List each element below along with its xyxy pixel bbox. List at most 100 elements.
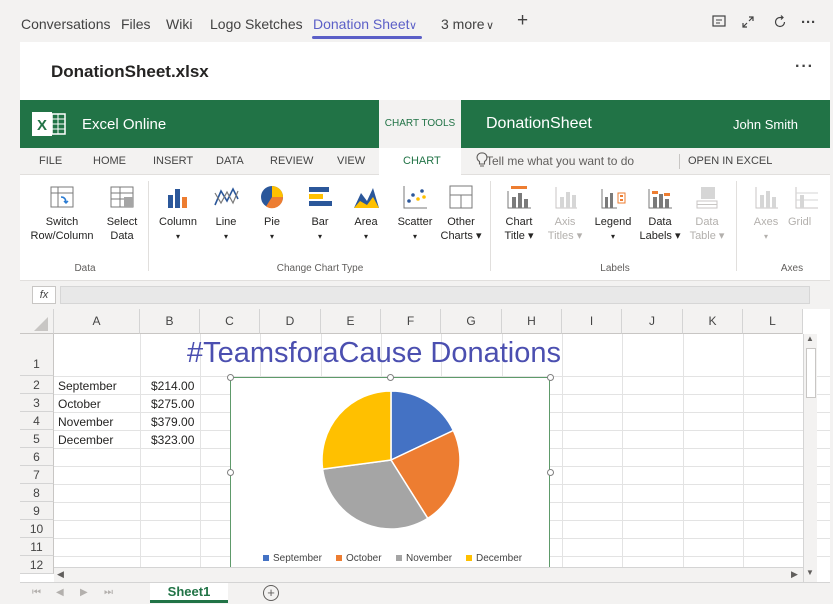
tab-data[interactable]: DATA: [216, 155, 244, 167]
scroll-thumb[interactable]: [806, 348, 816, 398]
row-header[interactable]: 4: [20, 412, 54, 430]
column-header[interactable]: C: [200, 309, 260, 334]
tab-home[interactable]: HOME: [93, 155, 126, 167]
area-chart-button[interactable]: Area ▾: [348, 183, 384, 244]
cell-month[interactable]: October: [58, 397, 101, 411]
row-header[interactable]: 11: [20, 538, 54, 556]
cell-amount[interactable]: $275.00: [151, 397, 194, 411]
column-header[interactable]: A: [54, 309, 140, 334]
pie-slice-december[interactable]: [321, 390, 392, 471]
add-tab-icon[interactable]: +: [517, 10, 528, 32]
legend-button[interactable]: Legend ▾: [592, 183, 634, 244]
vertical-scrollbar[interactable]: ▲ ▼: [803, 334, 817, 582]
chevron-down-icon[interactable]: ∨: [409, 19, 417, 32]
row-header[interactable]: 12: [20, 556, 54, 574]
column-header[interactable]: K: [683, 309, 743, 334]
sheet-title-cell[interactable]: #TeamsforaCause Donations: [187, 337, 561, 370]
next-sheet-icon[interactable]: ▶: [80, 587, 88, 598]
conversation-icon[interactable]: [711, 14, 727, 34]
resize-handle[interactable]: [547, 469, 554, 476]
tab-donation-sheet[interactable]: Donation Sheet: [313, 16, 410, 32]
column-header[interactable]: I: [562, 309, 622, 334]
column-header[interactable]: B: [140, 309, 200, 334]
resize-handle[interactable]: [227, 469, 234, 476]
data-labels-button[interactable]: Data Labels ▾: [638, 183, 682, 243]
cell-amount[interactable]: $323.00: [151, 433, 194, 447]
tab-chart[interactable]: CHART: [403, 155, 441, 167]
row-header[interactable]: 9: [20, 502, 54, 520]
tab-files[interactable]: Files: [121, 16, 151, 32]
pie-chart[interactable]: September October November December: [230, 377, 550, 577]
axis-titles-button[interactable]: Axis Titles ▾: [544, 183, 586, 243]
bar-chart-button[interactable]: Bar ▾: [302, 183, 338, 244]
refresh-icon[interactable]: [772, 14, 788, 34]
first-sheet-icon[interactable]: ⏮: [32, 587, 41, 598]
row-header[interactable]: 1: [20, 334, 54, 376]
row-header[interactable]: 2: [20, 376, 54, 394]
legend-item-november[interactable]: November: [396, 553, 452, 564]
tab-insert[interactable]: INSERT: [153, 155, 193, 167]
file-more-icon[interactable]: ···: [795, 58, 814, 76]
column-header[interactable]: F: [381, 309, 441, 334]
legend-item-december[interactable]: December: [466, 553, 522, 564]
data-table-button[interactable]: Data Table ▾: [686, 183, 728, 243]
sheet-tab-sheet1[interactable]: Sheet1: [150, 583, 228, 603]
column-header[interactable]: H: [502, 309, 562, 334]
column-header[interactable]: E: [321, 309, 381, 334]
column-header[interactable]: D: [260, 309, 321, 334]
row-header[interactable]: 5: [20, 430, 54, 448]
gridlines-button[interactable]: Gridl: [788, 183, 828, 229]
tab-view[interactable]: VIEW: [337, 155, 365, 167]
horizontal-scrollbar[interactable]: ◀ ▶: [54, 567, 803, 582]
select-all-corner[interactable]: [20, 309, 54, 334]
select-data-button[interactable]: Select Data: [102, 183, 142, 243]
legend-item-october[interactable]: October: [336, 553, 382, 564]
tab-file[interactable]: FILE: [39, 155, 62, 167]
tab-conversations[interactable]: Conversations: [21, 16, 111, 32]
tab-more[interactable]: 3 more: [441, 16, 485, 32]
insert-function-button[interactable]: fx: [32, 286, 56, 304]
line-chart-button[interactable]: Line ▾: [208, 183, 244, 244]
column-chart-button[interactable]: Column ▾: [154, 183, 202, 244]
more-options-icon[interactable]: ···: [801, 14, 816, 31]
document-name[interactable]: DonationSheet: [486, 115, 592, 133]
open-in-excel-button[interactable]: OPEN IN EXCEL: [688, 155, 772, 167]
cell-month[interactable]: November: [58, 415, 113, 429]
add-sheet-icon[interactable]: +: [263, 585, 279, 601]
resize-handle[interactable]: [547, 374, 554, 381]
cell-amount[interactable]: $214.00: [151, 379, 194, 393]
other-charts-button[interactable]: Other Charts ▾: [440, 183, 482, 243]
cell-amount[interactable]: $379.00: [151, 415, 194, 429]
chart-title-button[interactable]: Chart Title ▾: [498, 183, 540, 243]
cell-month[interactable]: December: [58, 433, 113, 447]
tab-logo-sketches[interactable]: Logo Sketches: [210, 16, 303, 32]
row-header[interactable]: 8: [20, 484, 54, 502]
chevron-down-icon[interactable]: ∨: [486, 19, 494, 32]
tell-me-search-input[interactable]: Tell me what you want to do: [486, 154, 634, 168]
scroll-up-icon[interactable]: ▲: [806, 334, 814, 343]
last-sheet-icon[interactable]: ⏭: [104, 587, 113, 598]
tab-review[interactable]: REVIEW: [270, 155, 313, 167]
row-header[interactable]: 7: [20, 466, 54, 484]
pie-chart-button[interactable]: Pie ▾: [254, 183, 290, 244]
user-name[interactable]: John Smith: [733, 117, 798, 132]
formula-input[interactable]: [60, 286, 810, 304]
column-header[interactable]: L: [743, 309, 803, 334]
row-header[interactable]: 3: [20, 394, 54, 412]
cell-month[interactable]: September: [58, 379, 117, 393]
switch-row-column-button[interactable]: Switch Row/Column: [28, 183, 96, 243]
row-header[interactable]: 6: [20, 448, 54, 466]
expand-icon[interactable]: [740, 14, 756, 34]
scroll-down-icon[interactable]: ▼: [806, 568, 814, 577]
row-header[interactable]: 10: [20, 520, 54, 538]
legend-item-september[interactable]: September: [263, 553, 322, 564]
column-header[interactable]: G: [441, 309, 502, 334]
tab-wiki[interactable]: Wiki: [166, 16, 192, 32]
scroll-right-icon[interactable]: ▶: [791, 569, 798, 580]
resize-handle[interactable]: [387, 374, 394, 381]
column-header[interactable]: J: [622, 309, 683, 334]
previous-sheet-icon[interactable]: ◀: [56, 587, 64, 598]
scroll-left-icon[interactable]: ◀: [57, 569, 64, 580]
resize-handle[interactable]: [227, 374, 234, 381]
axes-button[interactable]: Axes ▾: [746, 183, 786, 244]
